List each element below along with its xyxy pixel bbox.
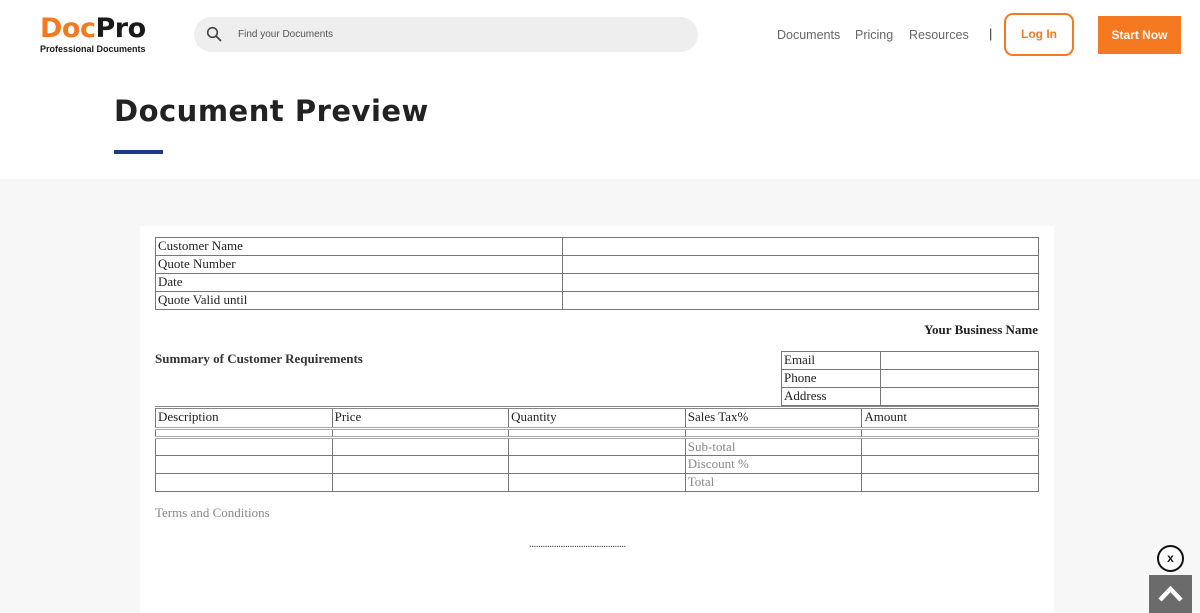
table-row: Quote Number bbox=[155, 255, 1039, 274]
table-cell bbox=[331, 437, 510, 456]
table-cell bbox=[331, 427, 510, 439]
contact-label: Email bbox=[781, 351, 881, 370]
table-cell bbox=[508, 455, 686, 474]
info-value bbox=[562, 237, 1039, 256]
contact-value bbox=[880, 387, 1039, 406]
terms-heading: Terms and Conditions bbox=[155, 505, 270, 520]
column-header: Sales Tax% bbox=[684, 406, 863, 429]
info-value bbox=[562, 273, 1039, 292]
logo[interactable]: DocPro Professional Documents bbox=[40, 14, 155, 56]
search-icon[interactable] bbox=[206, 26, 222, 42]
site-header: DocPro Professional Documents Find your … bbox=[0, 0, 1200, 72]
info-value bbox=[562, 255, 1039, 274]
table-row: Sub-total bbox=[155, 437, 1039, 456]
contact-value bbox=[880, 351, 1039, 370]
items-table: Description Price Quantity Sales Tax% Am… bbox=[155, 406, 1039, 492]
nav-pricing[interactable]: Pricing bbox=[855, 27, 893, 43]
search-input[interactable]: Find your Documents bbox=[238, 17, 333, 52]
info-label: Quote Number bbox=[155, 255, 563, 274]
table-row: Discount % bbox=[155, 455, 1039, 474]
table-row: Customer Name bbox=[155, 237, 1039, 256]
table-cell bbox=[861, 473, 1039, 492]
table-cell bbox=[684, 427, 863, 439]
table-row: Date bbox=[155, 273, 1039, 292]
column-header: Description bbox=[155, 406, 333, 429]
table-cell bbox=[508, 427, 686, 439]
column-header: Price bbox=[331, 406, 510, 429]
table-row: Total bbox=[155, 473, 1039, 492]
logo-wordmark: DocPro bbox=[40, 14, 155, 44]
start-now-button[interactable]: Start Now bbox=[1098, 16, 1181, 54]
nav-documents[interactable]: Documents bbox=[777, 27, 840, 43]
table-cell bbox=[861, 427, 1039, 439]
table-cell bbox=[155, 473, 333, 492]
contact-label: Phone bbox=[781, 369, 881, 388]
title-underline bbox=[114, 150, 163, 154]
contact-label: Address bbox=[781, 387, 881, 406]
chevron-up-icon bbox=[1158, 585, 1183, 602]
quote-info-table: Customer Name Quote Number Date Quote Va… bbox=[155, 237, 1039, 310]
page-title: Document Preview bbox=[114, 94, 429, 128]
info-label: Customer Name bbox=[155, 237, 563, 256]
contact-value bbox=[880, 369, 1039, 388]
table-cell bbox=[155, 437, 333, 456]
table-row: Quote Valid until bbox=[155, 291, 1039, 310]
column-header: Amount bbox=[861, 406, 1039, 429]
table-row: Email bbox=[781, 351, 1039, 370]
nav-resources[interactable]: Resources bbox=[909, 27, 969, 43]
table-row: Address bbox=[781, 387, 1039, 406]
summary-heading: Summary of Customer Requirements bbox=[155, 351, 363, 366]
logo-pro: Pro bbox=[95, 13, 146, 44]
table-cell bbox=[508, 437, 686, 456]
document-preview: Customer Name Quote Number Date Quote Va… bbox=[140, 226, 1054, 613]
table-cell bbox=[331, 473, 510, 492]
signature-line: ........................................… bbox=[529, 538, 626, 550]
subtotal-label: Sub-total bbox=[684, 437, 863, 456]
table-row: Phone bbox=[781, 369, 1039, 388]
discount-label: Discount % bbox=[684, 455, 863, 474]
table-cell bbox=[155, 455, 333, 474]
business-name: Your Business Name bbox=[924, 322, 1038, 337]
search-bar[interactable]: Find your Documents bbox=[194, 17, 698, 52]
table-cell bbox=[508, 473, 686, 492]
table-header-row: Description Price Quantity Sales Tax% Am… bbox=[155, 406, 1039, 429]
nav-separator: | bbox=[989, 26, 993, 41]
logo-doc: Doc bbox=[40, 13, 96, 44]
logo-tagline: Professional Documents bbox=[40, 44, 146, 54]
table-row bbox=[155, 427, 1039, 439]
login-button[interactable]: Log In bbox=[1004, 13, 1074, 56]
table-cell bbox=[155, 427, 333, 439]
table-cell bbox=[861, 455, 1039, 474]
close-icon: x bbox=[1167, 551, 1174, 565]
table-cell bbox=[331, 455, 510, 474]
scroll-to-top-button[interactable] bbox=[1149, 575, 1192, 613]
total-label: Total bbox=[684, 473, 863, 492]
table-cell bbox=[861, 437, 1039, 456]
column-header: Quantity bbox=[508, 406, 686, 429]
info-label: Date bbox=[155, 273, 563, 292]
contact-table: Email Phone Address bbox=[781, 351, 1039, 406]
info-label: Quote Valid until bbox=[155, 291, 563, 310]
close-button[interactable]: x bbox=[1157, 545, 1184, 572]
info-value bbox=[562, 291, 1039, 310]
